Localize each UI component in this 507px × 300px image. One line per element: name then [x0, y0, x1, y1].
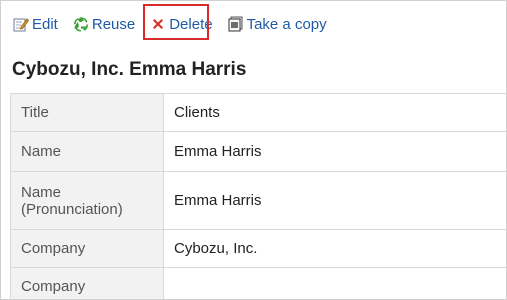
field-value-name-pronunciation: Emma Harris [163, 171, 506, 230]
field-label-name: Name [10, 131, 164, 172]
record-title: Cybozu, Inc. Emma Harris [12, 59, 247, 80]
field-value-company: Cybozu, Inc. [163, 229, 506, 268]
field-value-title: Clients [163, 93, 506, 132]
take-a-copy-label: Take a copy [246, 15, 327, 33]
field-value-company-2 [163, 267, 506, 299]
table-row: Title Clients [10, 93, 506, 132]
table-row: Company [10, 267, 506, 299]
edit-link[interactable]: Edit [12, 15, 58, 33]
edit-label: Edit [32, 15, 58, 33]
record-detail-panel: Edit Reuse Delete Take a copy Cybozu, In… [0, 0, 507, 300]
delete-highlight-box [143, 4, 209, 40]
reuse-link[interactable]: Reuse [72, 15, 135, 33]
reuse-label: Reuse [91, 15, 136, 33]
field-label-company-2: Company [10, 267, 164, 299]
field-value-name: Emma Harris [163, 131, 506, 172]
record-details-table: Title Clients Name Emma Harris Name (Pro… [10, 93, 506, 299]
field-label-company: Company [10, 229, 164, 268]
field-label-title: Title [10, 93, 164, 132]
table-row: Name Emma Harris [10, 131, 506, 172]
take-a-copy-link[interactable]: Take a copy [227, 15, 327, 33]
recycle-icon [72, 15, 90, 33]
table-row: Name (Pronunciation) Emma Harris [10, 171, 506, 230]
field-label-name-pronunciation: Name (Pronunciation) [10, 171, 164, 230]
edit-icon [12, 15, 30, 33]
table-row: Company Cybozu, Inc. [10, 229, 506, 268]
copy-icon [227, 15, 245, 33]
